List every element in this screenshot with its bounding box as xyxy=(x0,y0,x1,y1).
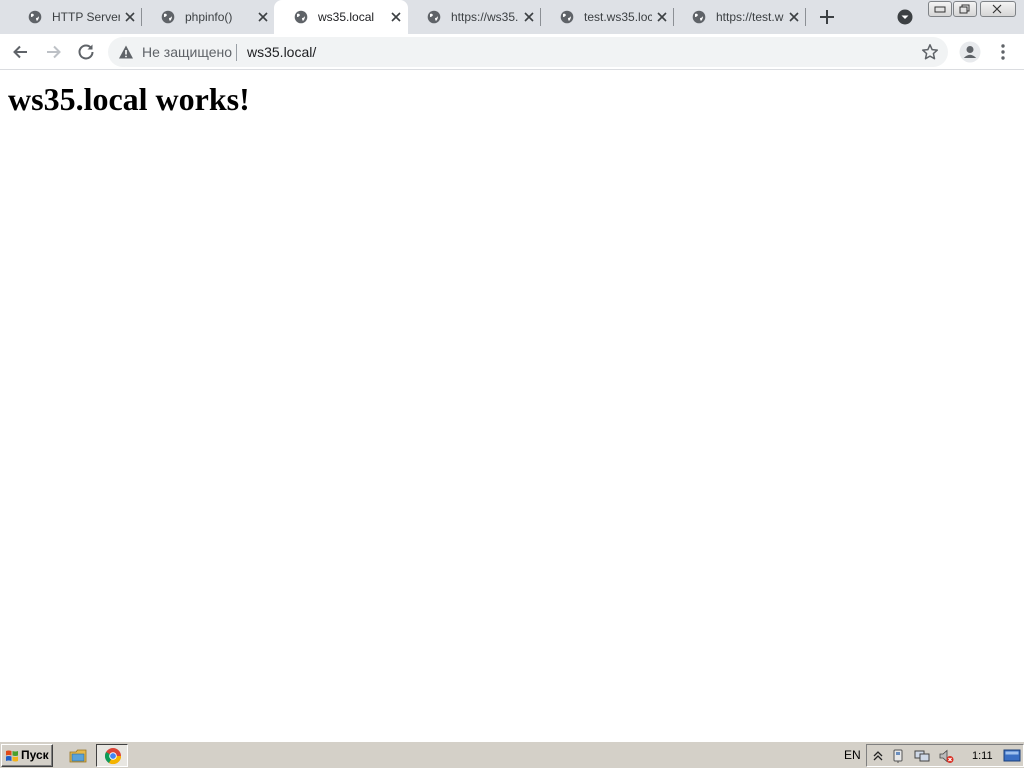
menu-kebab-icon[interactable] xyxy=(993,42,1013,62)
close-icon[interactable] xyxy=(655,10,669,24)
taskbar-chrome-button[interactable] xyxy=(96,744,128,767)
tab-https-ws35[interactable]: https://ws35.local/ xyxy=(407,0,541,34)
close-window-icon xyxy=(992,4,1002,14)
chrome-icon xyxy=(104,748,122,765)
tab-search-chevron-icon[interactable] xyxy=(897,9,913,25)
warning-triangle-icon[interactable] xyxy=(118,44,134,60)
browser-toolbar: Не защищено ws35.local/ xyxy=(0,34,1024,70)
volume-muted-icon[interactable] xyxy=(938,748,954,764)
tray-expand-icon[interactable] xyxy=(870,748,886,764)
globe-icon xyxy=(560,10,574,24)
tab-https-test-ws35[interactable]: https://test.ws35.local/ xyxy=(672,0,806,34)
globe-icon xyxy=(28,10,42,24)
file-explorer-icon[interactable] xyxy=(68,746,88,766)
show-desktop-icon[interactable] xyxy=(1003,748,1021,764)
tab-title: HTTP Server Test Page xyxy=(52,10,120,24)
network-icon[interactable] xyxy=(914,748,930,764)
omnibox-divider xyxy=(236,44,237,61)
close-icon[interactable] xyxy=(123,10,137,24)
start-button[interactable]: Пуск xyxy=(1,744,53,767)
close-icon[interactable] xyxy=(256,10,270,24)
restore-button[interactable] xyxy=(953,1,977,17)
windows-logo-icon xyxy=(6,750,18,762)
tab-ws35-local[interactable]: ws35.local xyxy=(274,0,408,34)
system-tray: 1:11 xyxy=(866,744,1024,767)
address-bar[interactable]: Не защищено ws35.local/ xyxy=(108,37,948,67)
minimize-button[interactable] xyxy=(928,1,952,17)
profile-avatar-icon[interactable] xyxy=(959,41,981,63)
globe-icon xyxy=(427,10,441,24)
tab-http-server-test[interactable]: HTTP Server Test Page xyxy=(8,0,142,34)
tab-title: test.ws35.local xyxy=(584,10,652,24)
close-icon[interactable] xyxy=(522,10,536,24)
tab-title: https://ws35.local/ xyxy=(451,10,519,24)
clock[interactable]: 1:11 xyxy=(972,750,993,762)
back-arrow-icon[interactable] xyxy=(11,42,31,62)
url-text[interactable]: ws35.local/ xyxy=(247,44,316,60)
os-taskbar: Пуск EN 1:11 xyxy=(0,741,1024,768)
tab-test-ws35[interactable]: test.ws35.local xyxy=(540,0,674,34)
page-heading: ws35.local works! xyxy=(8,81,250,117)
close-icon[interactable] xyxy=(787,10,801,24)
security-status-label[interactable]: Не защищено xyxy=(142,44,232,60)
close-window-button[interactable] xyxy=(980,1,1016,17)
tab-title: https://test.ws35.local/ xyxy=(716,10,784,24)
reload-icon[interactable] xyxy=(76,42,96,62)
language-indicator[interactable]: EN xyxy=(844,748,861,762)
start-label: Пуск xyxy=(21,748,49,762)
tab-separator xyxy=(805,8,806,26)
new-tab-plus-icon[interactable] xyxy=(817,7,837,27)
forward-arrow-icon[interactable] xyxy=(43,42,63,62)
close-icon[interactable] xyxy=(389,10,403,24)
globe-icon xyxy=(692,10,706,24)
globe-icon xyxy=(161,10,175,24)
page-viewport: ws35.local works! xyxy=(0,71,1024,741)
bookmark-star-icon[interactable] xyxy=(921,43,939,61)
restore-icon xyxy=(959,4,970,14)
tab-title: ws35.local xyxy=(318,10,375,24)
tab-phpinfo[interactable]: phpinfo() xyxy=(141,0,275,34)
tab-strip: HTTP Server Test Page phpinfo() ws35.loc… xyxy=(0,0,1024,34)
safely-remove-hardware-icon[interactable] xyxy=(890,748,906,764)
tab-title: phpinfo() xyxy=(185,10,233,24)
minimize-icon xyxy=(934,6,946,13)
globe-icon xyxy=(294,10,308,24)
